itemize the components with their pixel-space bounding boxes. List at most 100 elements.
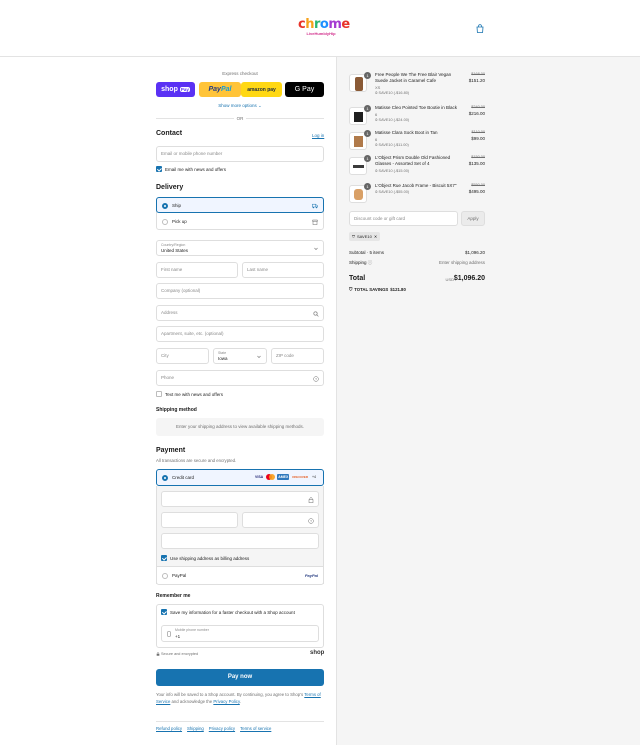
delivery-method-group: Ship Pick up <box>156 197 324 230</box>
paypal-radio[interactable] <box>162 573 168 579</box>
zip-field[interactable]: ZIP code <box>271 348 324 364</box>
google-pay-button[interactable]: G Pay <box>285 82 324 97</box>
apartment-field[interactable]: Apartment, suite, etc. (optional) <box>156 326 324 342</box>
original-price: $168.00 <box>471 72 485 76</box>
shop-pay-button[interactable]: shop Pay <box>156 82 195 97</box>
or-label: OR <box>234 116 246 121</box>
original-price: $150.00 <box>471 155 485 159</box>
quantity-badge: 1 <box>364 105 371 112</box>
discover-icon: DISCOVER <box>292 475 308 479</box>
help-circle-icon[interactable]: ? <box>313 376 319 382</box>
total-row: Total USD $1,096.20 <box>349 275 485 282</box>
tag-icon: ⛉ <box>349 287 353 292</box>
applied-discount-tag: ⛉ SAVE10 ✕ <box>349 232 381 241</box>
mobile-phone-field[interactable]: Mobile phone number +1 <box>161 625 319 642</box>
amex-icon: AMEX <box>277 474 290 480</box>
pickup-option[interactable]: Pick up <box>157 214 323 230</box>
privacy-policy-link[interactable]: Privacy Policy <box>213 699 239 704</box>
phone-field[interactable]: Phone ? <box>156 370 324 386</box>
item-discount: ⦸ SAVE10 (-$11.00) <box>375 143 409 147</box>
city-field[interactable]: City <box>156 348 209 364</box>
credit-card-option[interactable]: Credit card VISA AMEX DISCOVER +4 <box>156 469 324 486</box>
svg-text:?: ? <box>315 377 317 381</box>
shipping-method-heading: Shipping method <box>156 407 197 413</box>
login-link[interactable]: Log in <box>312 133 324 138</box>
item-price: $151.20 <box>468 78 485 83</box>
product-name: Free People We The Free Blair Vegan Sued… <box>375 72 452 83</box>
card-brand-logos: VISA AMEX DISCOVER +4 <box>254 474 317 480</box>
address-field[interactable]: Address <box>156 305 324 321</box>
store-logo[interactable]: chrome LiveHumblyHip <box>298 18 350 38</box>
help-circle-icon[interactable]: ⓘ <box>368 260 373 265</box>
email-news-checkbox[interactable] <box>156 166 162 172</box>
product-name: Matisse Clara Sock Boot in Tan <box>375 130 438 135</box>
product-thumbnail: 1 <box>349 72 371 92</box>
product-thumbnail: 1 <box>349 155 371 175</box>
cart-item: 1 Matisse Cleo Pointed Toe Bootie in Bla… <box>349 105 485 127</box>
truck-icon <box>312 203 318 209</box>
apply-discount-button[interactable]: Apply <box>461 211 485 226</box>
cart-item: 1 L'Object Rue Jacob Frame - Biscuit 5X7… <box>349 183 485 205</box>
terms-of-service-footer-link[interactable]: Terms of service <box>240 726 271 731</box>
original-price: $110.00 <box>471 130 485 134</box>
privacy-policy-footer-link[interactable]: Privacy policy <box>209 726 235 731</box>
subtotal-row: Subtotal · 5 items $1,096.20 <box>349 250 485 255</box>
shop-logo: shop <box>310 650 325 656</box>
mastercard-icon <box>266 474 276 480</box>
contact-heading: Contact <box>156 130 183 137</box>
product-thumbnail: 1 <box>349 183 371 203</box>
header: chrome LiveHumblyHip <box>0 0 640 57</box>
product-variant: XS <box>375 85 381 90</box>
delivery-heading: Delivery <box>156 184 184 191</box>
discount-code-field[interactable]: Discount code or gift card <box>349 211 458 226</box>
ship-option[interactable]: Ship <box>156 197 324 213</box>
billing-same-checkbox[interactable] <box>161 555 167 561</box>
item-discount: ⦸ SAVE10 (-$16.80) <box>375 91 410 95</box>
item-price: $495.00 <box>468 189 485 194</box>
svg-text:?: ? <box>310 519 312 523</box>
save-info-checkbox[interactable] <box>161 609 167 615</box>
product-thumbnail: 1 <box>349 105 371 125</box>
amazon-pay-button[interactable]: amazon pay <box>241 82 282 97</box>
product-thumbnail: 1 <box>349 130 371 150</box>
show-more-options-link[interactable]: Show more options ⌄ <box>156 103 324 109</box>
store-icon <box>312 219 318 225</box>
expiration-field[interactable] <box>161 512 238 528</box>
footer-divider <box>156 721 324 722</box>
quantity-badge: 1 <box>364 183 371 190</box>
help-circle-icon[interactable]: ? <box>308 518 314 524</box>
total-savings: ⛉ TOTAL SAVINGS $121.80 <box>349 287 406 292</box>
pay-now-button[interactable]: Pay now <box>156 669 324 686</box>
product-name: Matisse Cleo Pointed Toe Bootie in Black <box>375 105 457 110</box>
chevron-down-icon <box>257 355 261 359</box>
last-name-field[interactable]: Last name <box>242 262 324 278</box>
item-discount: ⦸ SAVE10 (-$55.00) <box>375 190 410 194</box>
text-offers-checkbox[interactable] <box>156 391 162 397</box>
pickup-radio[interactable] <box>162 219 168 225</box>
first-name-field[interactable]: First name <box>156 262 238 278</box>
credit-card-radio[interactable] <box>162 475 168 481</box>
mobile-phone-icon <box>167 631 171 637</box>
paypal-option[interactable]: PayPal PayPal <box>156 566 324 585</box>
shipping-policy-link[interactable]: Shipping <box>187 726 204 731</box>
shopping-bag-icon[interactable] <box>476 24 484 33</box>
country-select[interactable]: Country/Region United States <box>156 240 324 256</box>
remove-discount-icon[interactable]: ✕ <box>374 232 377 241</box>
chevron-down-icon <box>314 247 318 251</box>
remember-me-heading: Remember me <box>156 593 191 599</box>
save-info-label: Save my information for a faster checkou… <box>170 610 295 615</box>
name-on-card-field[interactable] <box>161 533 319 549</box>
security-code-field[interactable]: ? <box>242 512 319 528</box>
paypal-logo: PayPal <box>304 573 318 578</box>
state-select[interactable]: State Iowa <box>213 348 267 364</box>
email-field[interactable]: Email or mobile phone number <box>156 146 324 162</box>
ship-radio[interactable] <box>162 203 168 209</box>
email-news-label: Email me with news and offers <box>165 167 226 172</box>
card-number-field[interactable] <box>161 491 319 507</box>
billing-same-label: Use shipping address as billing address <box>170 556 250 561</box>
company-field[interactable]: Company (optional) <box>156 283 324 299</box>
search-icon <box>313 311 319 317</box>
refund-policy-link[interactable]: Refund policy <box>156 726 182 731</box>
product-name: L'Object Prism Double Old Fashioned Glas… <box>375 155 451 166</box>
paypal-express-button[interactable]: Pay Pal <box>199 82 241 97</box>
